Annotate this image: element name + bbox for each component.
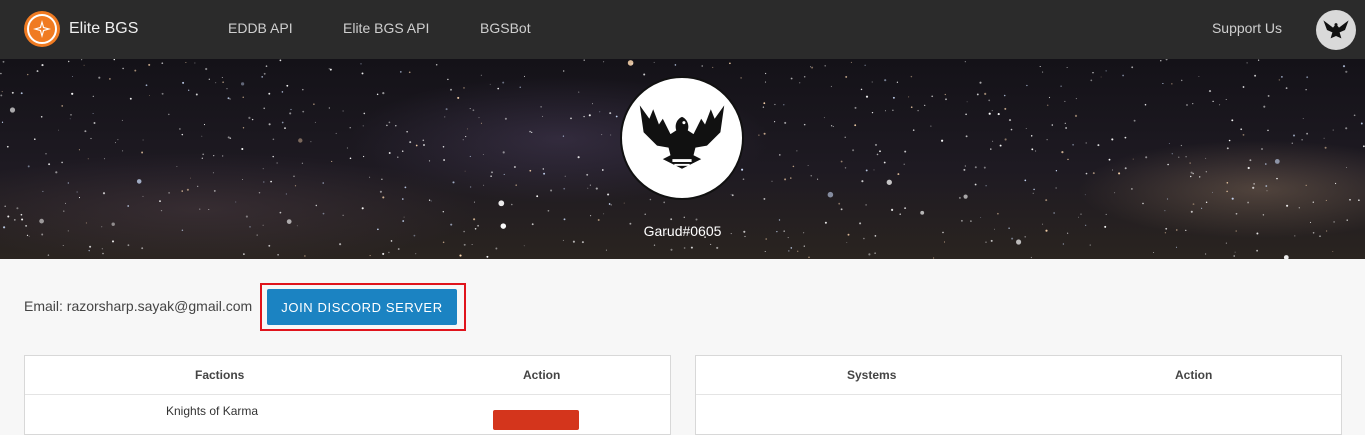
nav-link-bgsbot[interactable]: BGSBot: [480, 20, 531, 36]
email-text: Email: razorsharp.sayak@gmail.com: [24, 298, 253, 314]
nav-link-eddb-api[interactable]: EDDB API: [228, 20, 293, 36]
factions-table-header: Factions Action: [25, 356, 670, 395]
column-header-factions: Factions: [195, 368, 245, 382]
faction-name-cell[interactable]: Knights of Karma: [166, 404, 258, 418]
phoenix-emblem-icon: [1323, 20, 1349, 39]
user-avatar-button[interactable]: [1316, 10, 1356, 50]
brand-name: Elite BGS: [69, 20, 139, 37]
star-logo-icon: [24, 11, 60, 47]
nav-link-elite-bgs-api[interactable]: Elite BGS API: [343, 20, 429, 36]
phoenix-emblem-icon: [639, 105, 725, 169]
faction-action-button[interactable]: [493, 410, 579, 430]
systems-table-header: Systems Action: [696, 356, 1341, 395]
top-navbar: Elite BGS EDDB API Elite BGS API BGSBot …: [0, 0, 1365, 59]
systems-table: Systems Action: [695, 355, 1342, 435]
profile-avatar: [620, 76, 744, 200]
column-header-systems: Systems: [847, 368, 897, 382]
join-discord-server-button[interactable]: Join Discord Server: [267, 289, 457, 325]
support-us-link[interactable]: Support Us: [1212, 20, 1282, 36]
profile-username: Garud#0605: [643, 223, 722, 239]
brand-link[interactable]: Elite BGS: [24, 11, 138, 47]
profile-banner: Garud#0605: [0, 59, 1365, 259]
factions-table: Factions Action Knights of Karma: [24, 355, 671, 435]
column-header-action: Action: [523, 368, 561, 382]
column-header-action: Action: [1175, 368, 1213, 382]
